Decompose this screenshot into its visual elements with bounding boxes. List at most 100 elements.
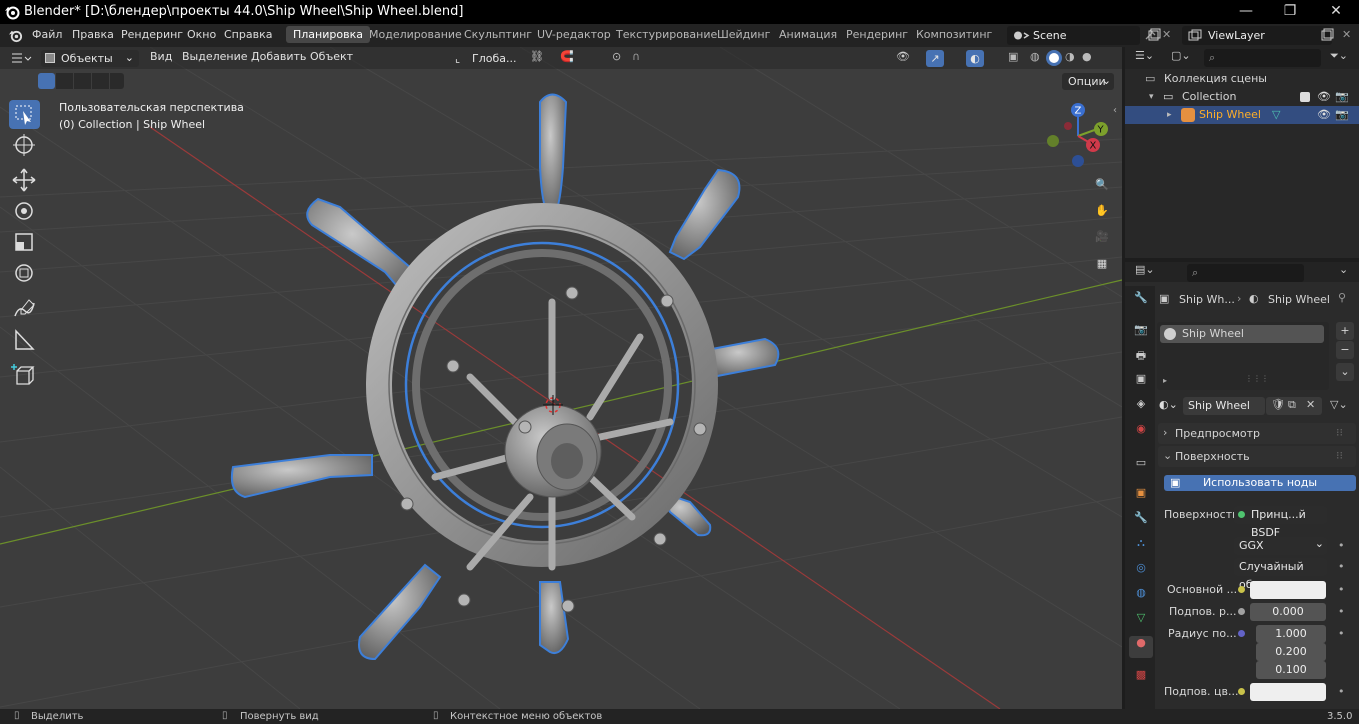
resize-grip-icon[interactable]: ⋮⋮⋮ <box>1245 374 1269 383</box>
workspace-tab-animation[interactable]: Анимация <box>779 28 837 41</box>
drag-handle-icon[interactable]: ⁝⁝ <box>1336 449 1343 462</box>
select-invert-icon[interactable] <box>92 73 109 89</box>
transform-orientation-dropdown[interactable]: ⌞ Глоба... <box>452 50 522 67</box>
mesh-data-icon[interactable]: ▽ <box>1272 106 1280 124</box>
surface-shader-selector[interactable]: Принц...й BSDF <box>1234 506 1327 539</box>
display-mode-icon[interactable]: ▢⌄ <box>1171 49 1191 62</box>
workspace-tab-sculpting[interactable]: Скульптинг <box>464 28 532 41</box>
new-scene-icon[interactable] <box>1147 28 1161 42</box>
keyframe-dot-icon[interactable]: • <box>1338 605 1345 618</box>
tool-cursor[interactable] <box>9 131 40 160</box>
constraints-tab-icon[interactable]: ◍ <box>1129 586 1153 608</box>
view-layer-selector[interactable]: ViewLayer <box>1182 26 1332 45</box>
menu-file[interactable]: Файл <box>32 28 62 41</box>
blender-menu-icon[interactable] <box>8 28 23 43</box>
keyframe-dot-icon[interactable]: • <box>1338 539 1345 552</box>
workspace-tab-modeling[interactable]: Моделирование <box>369 28 462 41</box>
workspace-tab-texture[interactable]: Текстурирование <box>616 28 717 41</box>
distribution-dropdown[interactable]: GGX ⌄ <box>1234 537 1327 555</box>
camera-icon[interactable]: 📷 <box>1335 106 1349 124</box>
mode-dropdown[interactable]: Объекты ⌄ <box>41 50 139 67</box>
texture-tab-icon[interactable]: ▩ <box>1129 668 1153 690</box>
visibility-icon[interactable]: 👁 <box>896 50 910 63</box>
outliner-row-scene-collection[interactable]: ▭ Коллекция сцены <box>1125 70 1359 88</box>
keyframe-dot-icon[interactable]: • <box>1338 583 1345 596</box>
pin-icon[interactable]: ⚲ <box>1338 291 1346 304</box>
add-slot-button[interactable]: + <box>1336 322 1354 340</box>
pivot-icon[interactable]: ⛓ <box>530 50 544 63</box>
zoom-icon[interactable]: 🔍 <box>1090 173 1114 197</box>
fake-user-icon[interactable]: 🛡 <box>1271 398 1285 411</box>
tool-move[interactable] <box>9 166 40 195</box>
keyframe-dot-icon[interactable]: • <box>1338 627 1345 640</box>
rendered-shading-icon[interactable]: ● <box>1082 50 1092 63</box>
navigation-gizmo[interactable]: Z Y X <box>1040 102 1110 172</box>
workspace-tab-uv[interactable]: UV-редактор <box>537 28 611 41</box>
tool-scale[interactable] <box>9 228 40 257</box>
object-tab-icon[interactable]: ▣ <box>1129 486 1153 508</box>
duplicate-icon[interactable]: ⧉ <box>1288 398 1296 412</box>
particles-tab-icon[interactable]: ⛬ <box>1129 536 1153 558</box>
delete-view-layer-icon[interactable]: ✕ <box>1342 28 1351 41</box>
overlay-toggle-icon[interactable]: ◐ <box>966 50 984 67</box>
tool-transform[interactable] <box>9 259 40 288</box>
select-new-icon[interactable] <box>38 73 55 89</box>
keyframe-dot-icon[interactable]: • <box>1338 560 1345 573</box>
gizmo-neg-y-icon[interactable] <box>1047 135 1059 147</box>
scene-selector[interactable]: Scene <box>1007 26 1140 45</box>
sidebar-toggle-icon[interactable]: ‹ <box>1113 105 1117 116</box>
tool-select-box[interactable] <box>9 100 40 129</box>
xray-icon[interactable]: ▣ <box>1008 50 1018 63</box>
scene-tab-icon[interactable]: ◈ <box>1129 397 1153 419</box>
perspective-grid-icon[interactable]: ▦ <box>1090 252 1114 276</box>
gizmo-neg-z-icon[interactable] <box>1072 155 1084 167</box>
close-button[interactable]: ✕ <box>1313 0 1359 24</box>
camera-view-icon[interactable]: 🎥 <box>1090 225 1114 249</box>
gizmo-toggle-icon[interactable]: ↗ <box>926 50 944 67</box>
workspace-tab-shading[interactable]: Шейдинг <box>717 28 770 41</box>
snap-icon[interactable]: 🧲 <box>560 50 574 63</box>
menu-view[interactable]: Вид <box>150 50 172 63</box>
base-color-swatch[interactable] <box>1250 581 1326 599</box>
link-type-icon[interactable]: ▽⌄ <box>1330 398 1348 411</box>
select-extend-icon[interactable] <box>56 73 73 89</box>
surface-panel-header[interactable]: ⌄ Поверхность ⁝⁝ <box>1158 446 1356 467</box>
collection-tab-icon[interactable]: ▭ <box>1129 456 1153 478</box>
workspace-tab-compositing[interactable]: Композитинг <box>916 28 992 41</box>
eye-icon[interactable]: 👁 <box>1317 106 1331 124</box>
physics-tab-icon[interactable]: ◎ <box>1129 561 1153 583</box>
subsurface-field[interactable]: 0.000 <box>1250 603 1326 621</box>
eye-icon[interactable]: 👁 <box>1317 88 1331 106</box>
drag-handle-icon[interactable]: ⁝⁝ <box>1336 426 1343 439</box>
workspace-tab-rendering[interactable]: Рендеринг <box>846 28 908 41</box>
tool-add-cube[interactable] <box>9 361 40 390</box>
tool-measure[interactable] <box>9 326 40 355</box>
options-dropdown[interactable]: Опции ⌄ <box>1062 73 1114 90</box>
chevron-down-icon[interactable]: ⌄ <box>1339 263 1348 276</box>
color-socket-icon[interactable] <box>1238 688 1245 695</box>
view-layer-tab-icon[interactable]: ▣ <box>1129 372 1153 394</box>
tool-annotate[interactable] <box>9 295 40 324</box>
menu-add[interactable]: Добавить <box>251 50 306 63</box>
float-socket-icon[interactable] <box>1238 608 1245 615</box>
filter-icon[interactable]: ⏷⌄ <box>1330 49 1348 63</box>
material-shading-icon[interactable]: ◑ <box>1065 50 1075 63</box>
3d-viewport[interactable]: Объекты ⌄ Вид Выделение Добавить Объект … <box>0 47 1122 709</box>
radius-y-field[interactable]: 0.200 <box>1256 643 1326 661</box>
material-slot-row[interactable]: Ship Wheel <box>1160 325 1324 343</box>
expand-arrow-icon[interactable]: ▸ <box>1163 376 1167 385</box>
menu-edit[interactable]: Правка <box>72 28 114 41</box>
gizmo-neg-x-icon[interactable] <box>1064 122 1072 130</box>
use-nodes-button[interactable]: ▣ Использовать ноды <box>1164 475 1356 491</box>
proportional-edit-icon[interactable]: ⊙ <box>612 50 621 63</box>
vector-socket-icon[interactable] <box>1238 630 1245 637</box>
menu-select[interactable]: Выделение <box>182 50 248 63</box>
world-tab-icon[interactable]: ◉ <box>1129 422 1153 444</box>
delete-scene-icon[interactable]: ✕ <box>1162 28 1171 41</box>
color-socket-icon[interactable] <box>1238 586 1245 593</box>
select-intersect-icon[interactable] <box>110 73 124 89</box>
expand-arrow-icon[interactable]: ▾ <box>1149 88 1154 106</box>
menu-render[interactable]: Рендеринг <box>121 28 183 41</box>
falloff-icon[interactable]: ∩ <box>632 50 640 63</box>
tool-tab-icon[interactable]: 🔧 <box>1129 291 1153 313</box>
